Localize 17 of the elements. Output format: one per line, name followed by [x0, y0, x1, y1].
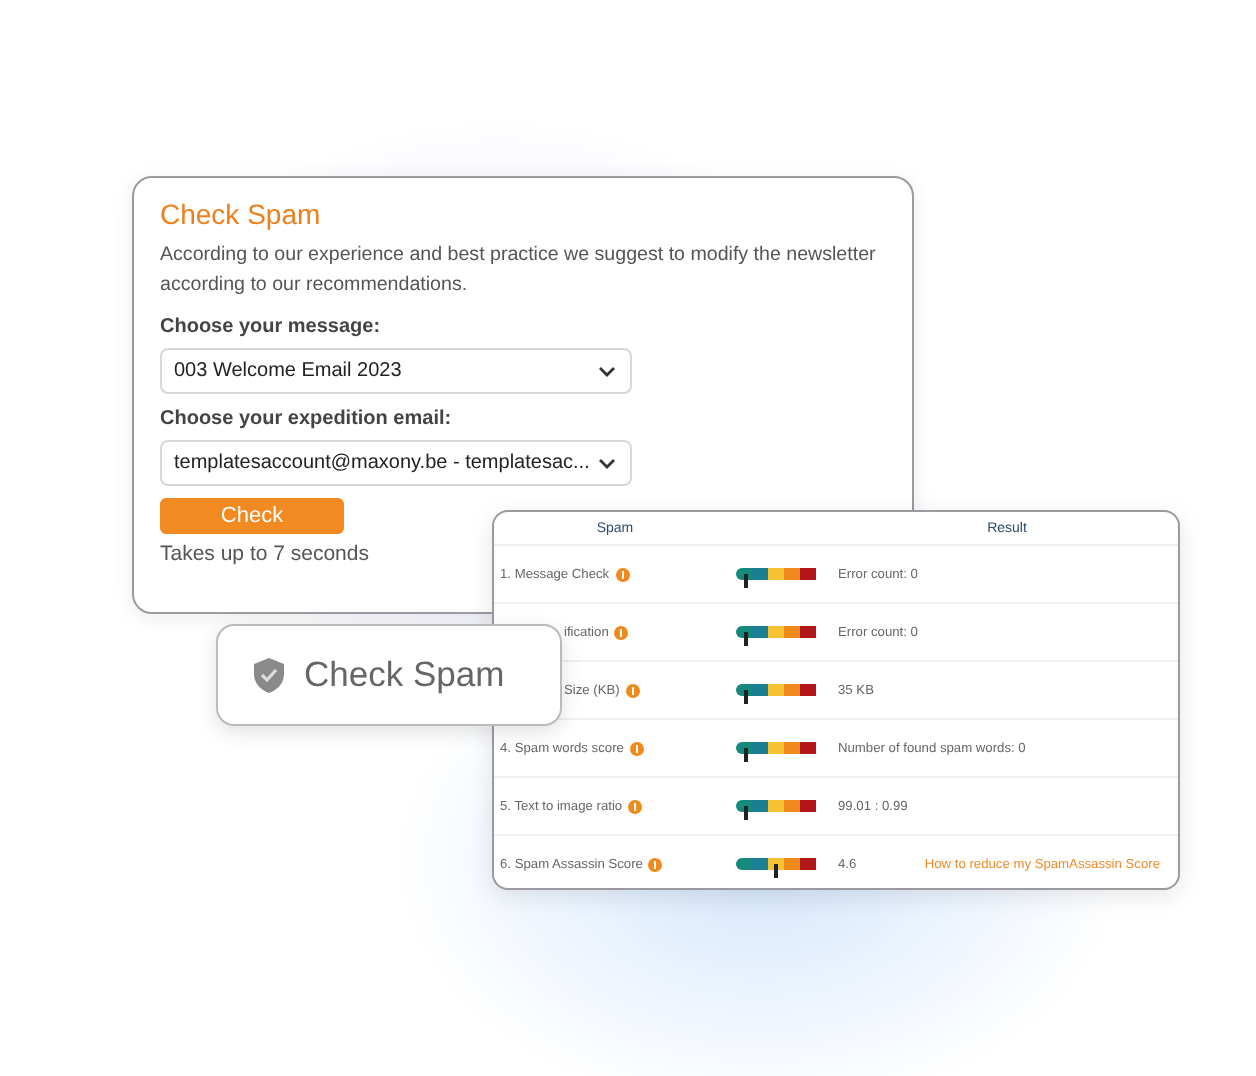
info-icon — [614, 625, 629, 639]
info-icon — [629, 741, 644, 755]
chevron-down-icon — [598, 457, 616, 469]
duration-note: Takes up to 7 seconds — [160, 542, 371, 566]
card-title: Check Spam — [160, 198, 323, 230]
dropdown-field[interactable]: 003 Welcome Email 2023 — [160, 348, 632, 394]
dropdown-field[interactable]: templatesaccount@maxony.be - templatesac... — [160, 440, 632, 486]
description: According to our experience and best practice we suggest to modify the newsletter according to our recommendations. — [160, 242, 878, 300]
info-icon — [648, 857, 663, 871]
chevron-down-icon — [598, 365, 616, 377]
field-label: Choose your message: — [160, 316, 383, 338]
badge-label: Check Spam — [304, 654, 505, 696]
shield-check-icon — [252, 656, 286, 694]
info-icon — [615, 567, 630, 581]
info-icon — [628, 799, 643, 813]
info-icon — [625, 683, 640, 697]
field-label: Choose your expedition email: — [160, 408, 454, 430]
